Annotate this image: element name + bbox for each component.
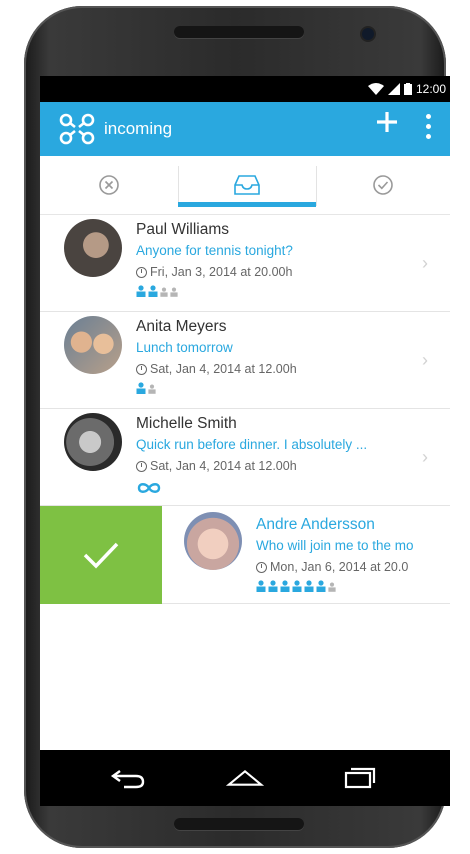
overflow-menu-button[interactable] (420, 114, 436, 144)
clock-icon (136, 266, 147, 278)
event-message: Who will join me to the mo (256, 538, 414, 553)
event-message: Quick run before dinner. I absolutely ..… (136, 437, 368, 452)
recents-button[interactable] (340, 764, 380, 792)
back-icon (110, 770, 145, 789)
person-confirmed-icon (280, 580, 290, 592)
attendee-icons (256, 580, 336, 592)
check-circle-icon (373, 175, 393, 195)
earpiece-speaker (174, 26, 304, 38)
event-datetime: Fri, Jan 3, 2014 at 20.00h (150, 265, 293, 279)
clock-icon (136, 363, 147, 375)
accept-swipe-action[interactable] (40, 506, 162, 604)
checkmark-icon (83, 542, 119, 569)
front-camera (362, 28, 374, 40)
app-bar: incoming (40, 102, 450, 156)
person-open-icon (160, 287, 168, 297)
event-row[interactable]: Michelle Smith Quick run before dinner. … (40, 409, 450, 506)
person-confirmed-icon (304, 580, 314, 592)
app-logo-icon (59, 113, 95, 145)
event-row[interactable]: Anita Meyers Lunch tomorrow Sat, Jan 4, … (40, 312, 450, 409)
person-confirmed-icon (256, 580, 266, 592)
avatar (184, 512, 242, 570)
tab-accepted[interactable] (316, 156, 450, 214)
event-host-name: Paul Williams (136, 221, 230, 238)
event-datetime: Sat, Jan 4, 2014 at 12.00h (150, 459, 297, 473)
chevron-right-icon: › (422, 447, 428, 467)
inbox-icon (234, 175, 260, 195)
recents-icon (344, 767, 376, 789)
person-open-icon (148, 384, 156, 394)
event-row[interactable]: Paul Williams Anyone for tennis tonight?… (40, 215, 450, 312)
person-confirmed-icon (292, 580, 302, 592)
event-datetime: Sat, Jan 4, 2014 at 12.00h (150, 362, 297, 376)
avatar (64, 316, 122, 374)
home-icon (225, 769, 265, 786)
avatar (64, 413, 122, 471)
chevron-right-icon: › (422, 253, 428, 273)
event-host-name: Andre Andersson (256, 516, 375, 533)
home-button[interactable] (225, 764, 265, 792)
active-tab-indicator (178, 202, 316, 207)
app-title: incoming (104, 119, 173, 138)
bottom-speaker (174, 818, 304, 830)
android-nav-bar (40, 750, 450, 806)
chevron-right-icon: › (422, 350, 428, 370)
battery-icon (403, 83, 412, 95)
person-confirmed-icon (136, 382, 146, 394)
event-message: Anyone for tennis tonight? (136, 243, 293, 258)
clock-icon (256, 561, 267, 573)
person-confirmed-icon (268, 580, 278, 592)
event-host-name: Michelle Smith (136, 415, 237, 432)
event-host-name: Anita Meyers (136, 318, 227, 335)
event-message: Lunch tomorrow (136, 340, 233, 355)
event-row-swiped[interactable]: Andre Andersson Who will join me to the … (162, 506, 450, 604)
person-open-icon (328, 582, 336, 592)
person-confirmed-icon (136, 285, 146, 297)
screen: 12:00 incoming Paul Williams Anyone for … (40, 76, 450, 806)
person-confirmed-icon (148, 285, 158, 297)
wifi-icon (367, 83, 384, 95)
menu-dot (425, 124, 431, 129)
avatar (64, 219, 122, 277)
event-datetime: Mon, Jan 6, 2014 at 20.0 (270, 560, 409, 574)
tab-declined[interactable] (40, 156, 178, 214)
menu-dot (425, 134, 431, 139)
add-button[interactable] (372, 110, 402, 140)
menu-dot (425, 114, 431, 119)
attendee-icons (136, 382, 156, 394)
infinity-icon (137, 483, 161, 493)
status-time: 12:00 (415, 82, 446, 96)
signal-icon (387, 83, 400, 95)
attendee-icons (136, 285, 178, 297)
x-circle-icon (99, 175, 119, 195)
person-confirmed-icon (316, 580, 326, 592)
person-open-icon (170, 287, 178, 297)
plus-icon (377, 112, 397, 132)
clock-icon (136, 460, 147, 472)
status-bar: 12:00 (40, 76, 450, 102)
back-button[interactable] (108, 764, 148, 792)
